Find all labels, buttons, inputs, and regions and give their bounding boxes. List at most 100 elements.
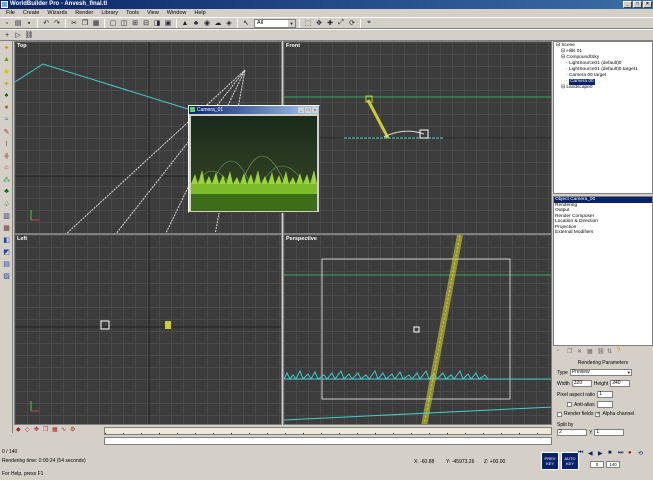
menu-tools[interactable]: Tools bbox=[122, 9, 143, 17]
alpha-channel-checkbox[interactable] bbox=[595, 411, 601, 417]
redo-icon[interactable]: ↷ bbox=[52, 18, 62, 28]
select-arrow-icon[interactable]: ↖ bbox=[241, 18, 251, 28]
open-folder-icon[interactable]: ▤ bbox=[13, 18, 23, 28]
palette-select-icon[interactable]: ✦ bbox=[1, 42, 12, 53]
split-view-icon[interactable]: ◫ bbox=[119, 18, 129, 28]
terrain-icon[interactable]: ▲ bbox=[180, 18, 190, 28]
frame-end-input[interactable]: 140 bbox=[606, 461, 620, 468]
scene-tree-item[interactable]: ⊟ Landscape0 bbox=[556, 85, 650, 91]
move-icon[interactable]: ✥ bbox=[314, 18, 324, 28]
palette-light-icon[interactable]: ✹ bbox=[1, 66, 12, 77]
palette-rock-icon[interactable]: ● bbox=[1, 102, 12, 113]
palette-plant-icon[interactable]: ♠ bbox=[1, 90, 12, 101]
palette-tree-icon[interactable]: ♣ bbox=[1, 186, 12, 197]
props-move-icon[interactable]: ⇅ bbox=[607, 348, 614, 355]
loop-icon[interactable]: ⟲ bbox=[638, 450, 646, 458]
palette-grass-icon[interactable]: ⁂ bbox=[1, 174, 12, 185]
camera-minimize-button[interactable]: _ bbox=[298, 107, 304, 113]
menu-create[interactable]: Create bbox=[19, 9, 44, 17]
paste-icon[interactable]: ▦ bbox=[91, 18, 101, 28]
close-button[interactable]: × bbox=[643, 1, 652, 8]
render-fields-checkbox[interactable] bbox=[557, 411, 562, 417]
play-forward-icon[interactable]: ▷ bbox=[13, 30, 23, 40]
render-icon[interactable]: ◉ bbox=[202, 18, 212, 28]
palette-forest-icon[interactable]: ♧ bbox=[1, 198, 12, 209]
aspect-input[interactable]: 1 bbox=[597, 391, 614, 398]
camera-window-titlebar[interactable]: Camera_01 _ □ × bbox=[189, 106, 319, 114]
sky-icon[interactable]: ☁ bbox=[213, 18, 223, 28]
menu-file[interactable]: File bbox=[2, 9, 19, 17]
save-icon[interactable]: ▪ bbox=[24, 18, 34, 28]
material-icon[interactable]: ◈ bbox=[224, 18, 234, 28]
stop-icon[interactable]: ■ bbox=[608, 450, 616, 458]
palette-terrain-icon[interactable]: ▲ bbox=[1, 54, 12, 65]
menu-render[interactable]: Render bbox=[71, 9, 97, 17]
key-paste-icon[interactable]: ▦ bbox=[52, 426, 60, 434]
single-view-icon[interactable]: ▢ bbox=[108, 18, 118, 28]
palette-city-icon[interactable]: ▥ bbox=[1, 210, 12, 221]
menu-wizards[interactable]: Wizards bbox=[43, 9, 71, 17]
key-settings-icon[interactable]: ⚙ bbox=[70, 426, 78, 434]
viewport-perspective[interactable]: Perspective bbox=[283, 234, 552, 425]
timeline-ruler[interactable] bbox=[104, 427, 552, 435]
menu-library[interactable]: Library bbox=[97, 9, 122, 17]
viewport-left[interactable]: Left bbox=[14, 234, 282, 425]
key-curve-icon[interactable]: ∿ bbox=[61, 426, 69, 434]
menu-help[interactable]: Help bbox=[190, 9, 209, 17]
palette-fence-icon[interactable]: ⋕ bbox=[1, 150, 12, 161]
camera-close-button[interactable]: × bbox=[312, 107, 318, 113]
palette-sun-icon[interactable]: ☀ bbox=[1, 78, 12, 89]
minimize-button[interactable]: _ bbox=[623, 1, 632, 8]
camera-preview-window[interactable]: Camera_01 _ □ × bbox=[188, 105, 320, 213]
go-start-icon[interactable]: ⏮ bbox=[578, 450, 586, 458]
menu-view[interactable]: View bbox=[143, 9, 163, 17]
tree-icon[interactable]: ♣ bbox=[191, 18, 201, 28]
props-group-icon[interactable]: ▦ bbox=[587, 348, 594, 355]
props-delete-icon[interactable]: ✕ bbox=[577, 348, 584, 355]
prev-frame-icon[interactable]: ◀ bbox=[588, 450, 596, 458]
split-x-input[interactable]: 2 bbox=[557, 429, 587, 436]
filter-select[interactable]: All ▼ bbox=[254, 18, 296, 28]
snap-icon[interactable]: ⌖ bbox=[364, 18, 374, 28]
new-file-icon[interactable]: ▫ bbox=[2, 18, 12, 28]
key-remove-icon[interactable]: ◇ bbox=[25, 426, 33, 434]
width-input[interactable]: 320 bbox=[571, 380, 592, 387]
maximize-button[interactable]: □ bbox=[633, 1, 642, 8]
rotate-icon[interactable]: ⟳ bbox=[347, 18, 357, 28]
scale-icon[interactable]: ⤢ bbox=[336, 18, 346, 28]
viewport-front[interactable]: Front bbox=[283, 41, 552, 234]
preview-key-button[interactable]: PREV KEY bbox=[541, 452, 559, 470]
layout-icon[interactable]: ▣ bbox=[163, 18, 173, 28]
menu-window[interactable]: Window bbox=[163, 9, 191, 17]
palette-sky-icon[interactable]: ▤ bbox=[1, 258, 12, 269]
render-type-select[interactable]: Preview ▼ bbox=[569, 369, 632, 376]
key-add-icon[interactable]: ◆ bbox=[16, 426, 24, 434]
auto-key-button[interactable]: AUTO KEY bbox=[561, 452, 579, 470]
link-icon[interactable]: ⛓ bbox=[24, 30, 34, 40]
timeline-track[interactable] bbox=[104, 437, 552, 445]
help-icon[interactable]: ? bbox=[617, 348, 624, 355]
pan-icon[interactable]: ✚ bbox=[325, 18, 335, 28]
palette-path-icon[interactable]: ◩ bbox=[1, 246, 12, 257]
key-move-icon[interactable]: ✥ bbox=[34, 426, 42, 434]
key-copy-icon[interactable]: ❐ bbox=[43, 426, 51, 434]
vertical-view-icon[interactable]: ◨ bbox=[152, 18, 162, 28]
copy-icon[interactable]: ❐ bbox=[80, 18, 90, 28]
palette-building-icon[interactable]: ▦ bbox=[1, 222, 12, 233]
record-icon[interactable]: ● bbox=[628, 450, 636, 458]
antialias-select[interactable] bbox=[596, 401, 613, 408]
props-copy-icon[interactable]: ❐ bbox=[567, 348, 574, 355]
frame-start-input[interactable]: 0 bbox=[590, 461, 604, 468]
axis-icon[interactable]: + bbox=[2, 30, 12, 40]
palette-water-icon[interactable]: ≈ bbox=[1, 114, 12, 125]
palette-fog-icon[interactable]: ▨ bbox=[1, 270, 12, 281]
split-y-input[interactable]: 1 bbox=[594, 429, 625, 436]
palette-camera-icon[interactable]: ◧ bbox=[1, 234, 12, 245]
palette-brush-icon[interactable]: ✎ bbox=[1, 126, 12, 137]
height-input[interactable]: 240 bbox=[610, 380, 631, 387]
cut-icon[interactable]: ✂ bbox=[69, 18, 79, 28]
antialias-checkbox[interactable] bbox=[567, 402, 572, 407]
property-item[interactable]: External Modifiers bbox=[554, 230, 652, 236]
go-end-icon[interactable]: ⏭ bbox=[618, 450, 626, 458]
camera-maximize-button[interactable]: □ bbox=[305, 107, 311, 113]
